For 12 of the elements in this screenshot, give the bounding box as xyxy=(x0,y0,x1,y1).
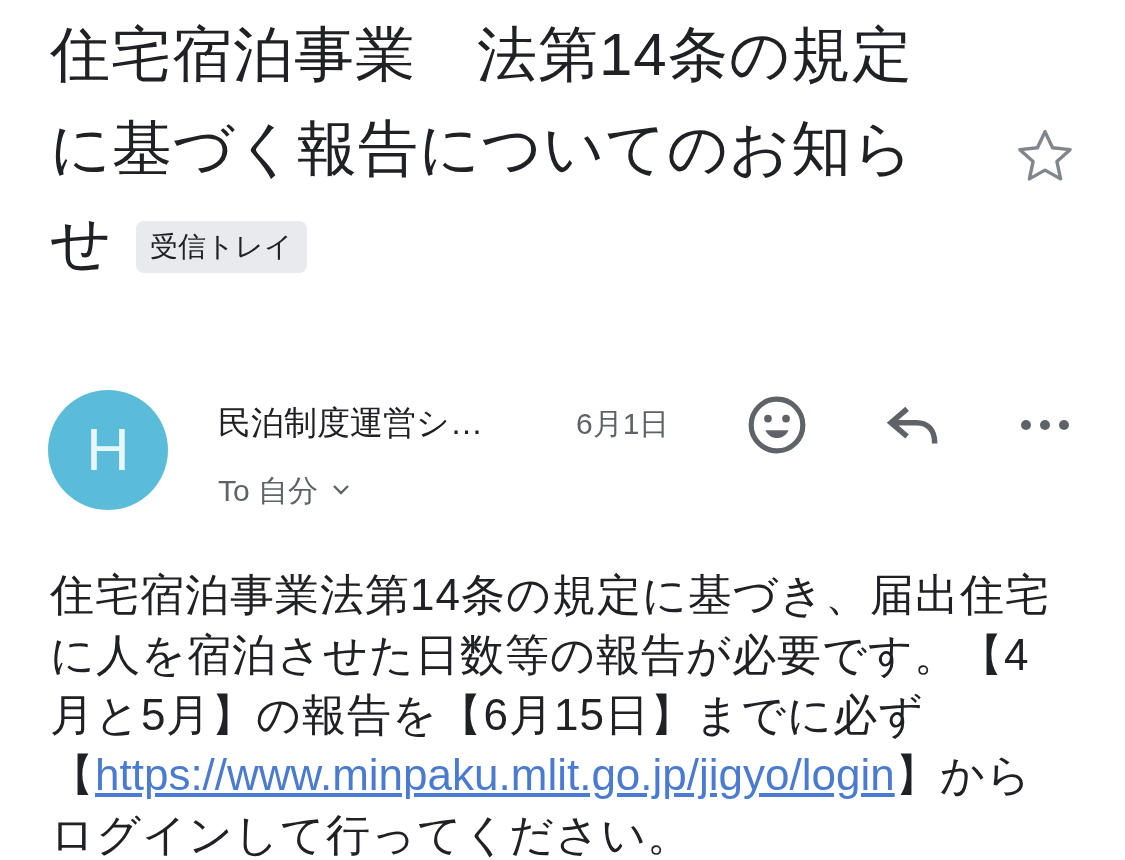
chevron-down-icon[interactable] xyxy=(332,484,351,496)
email-date: 6月1日 xyxy=(576,406,670,442)
recipient-text: To 自分 xyxy=(218,472,319,509)
sender-avatar: H xyxy=(48,390,168,510)
smiley-icon[interactable] xyxy=(746,394,808,456)
inbox-label[interactable]: 受信トレイ xyxy=(136,221,307,274)
email-subject: 住宅宿泊事業 法第14条の規定に基づく報告についてのお知らせ 受信トレイ xyxy=(50,20,915,278)
star-icon[interactable] xyxy=(1015,128,1075,184)
login-link[interactable]: https://www.minpaku.mlit.go.jp/jigyo/login xyxy=(95,749,895,799)
more-icon[interactable] xyxy=(1020,419,1070,431)
email-body: 住宅宿泊事業法第14条の規定に基づき、届出住宅に人を宿泊させた日数等の報告が必要です。【4月と5月】の報告を【6月15日】までに必ず【https://www.minpaku.mlit.go.jp/jigyo/login】からログインして行ってください。 xyxy=(50,568,1051,860)
sender-name: 民泊制度運営シ… xyxy=(218,403,484,443)
